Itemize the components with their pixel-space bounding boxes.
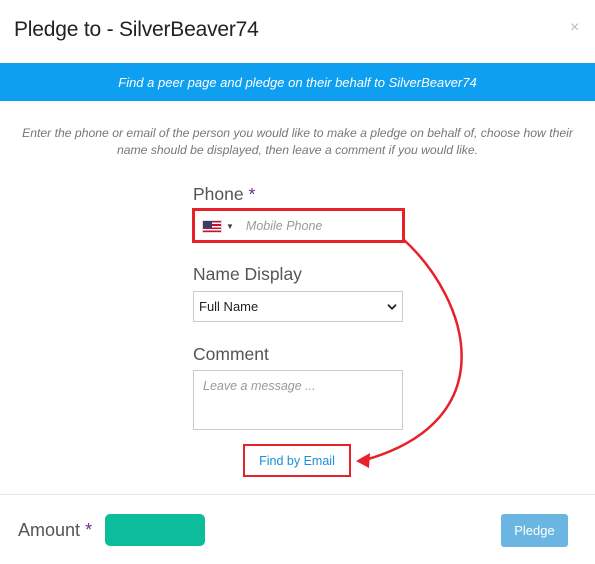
footer-divider (0, 494, 595, 495)
close-icon[interactable]: × (570, 20, 579, 36)
banner-text: Find a peer page and pledge on their beh… (118, 74, 477, 90)
country-caret-icon[interactable]: ▼ (226, 222, 234, 231)
phone-label-text: Phone (193, 184, 244, 204)
amount-label: Amount * (18, 520, 92, 541)
name-display-selected: Full Name (199, 299, 259, 314)
comment-field (193, 370, 403, 430)
phone-required-mark: * (248, 184, 256, 204)
amount-label-text: Amount (18, 520, 81, 540)
instructions-text: Enter the phone or email of the person y… (22, 126, 573, 157)
mobile-phone-input[interactable] (245, 219, 386, 233)
find-by-email-highlight: Find by Email (243, 444, 351, 477)
name-display-select[interactable]: Full Name (193, 291, 403, 322)
find-by-email-link[interactable]: Find by Email (259, 454, 335, 468)
pledge-dialog: Pledge to - SilverBeaver74 × Find a peer… (0, 0, 595, 564)
name-display-label: Name Display (193, 264, 302, 284)
info-banner: Find a peer page and pledge on their beh… (0, 63, 595, 101)
comment-label: Comment (193, 344, 269, 364)
us-flag-icon[interactable] (202, 219, 222, 233)
dialog-title: Pledge to - SilverBeaver74 (14, 18, 259, 41)
comment-textarea[interactable] (203, 379, 393, 421)
phone-label: Phone * (193, 184, 255, 205)
chevron-down-icon (387, 303, 397, 310)
amount-input[interactable] (105, 514, 205, 546)
amount-required-mark: * (85, 520, 93, 540)
pledge-button[interactable]: Pledge (501, 514, 568, 547)
phone-field: ▼ (193, 210, 403, 242)
dialog-header: Pledge to - SilverBeaver74 × (0, 0, 595, 63)
